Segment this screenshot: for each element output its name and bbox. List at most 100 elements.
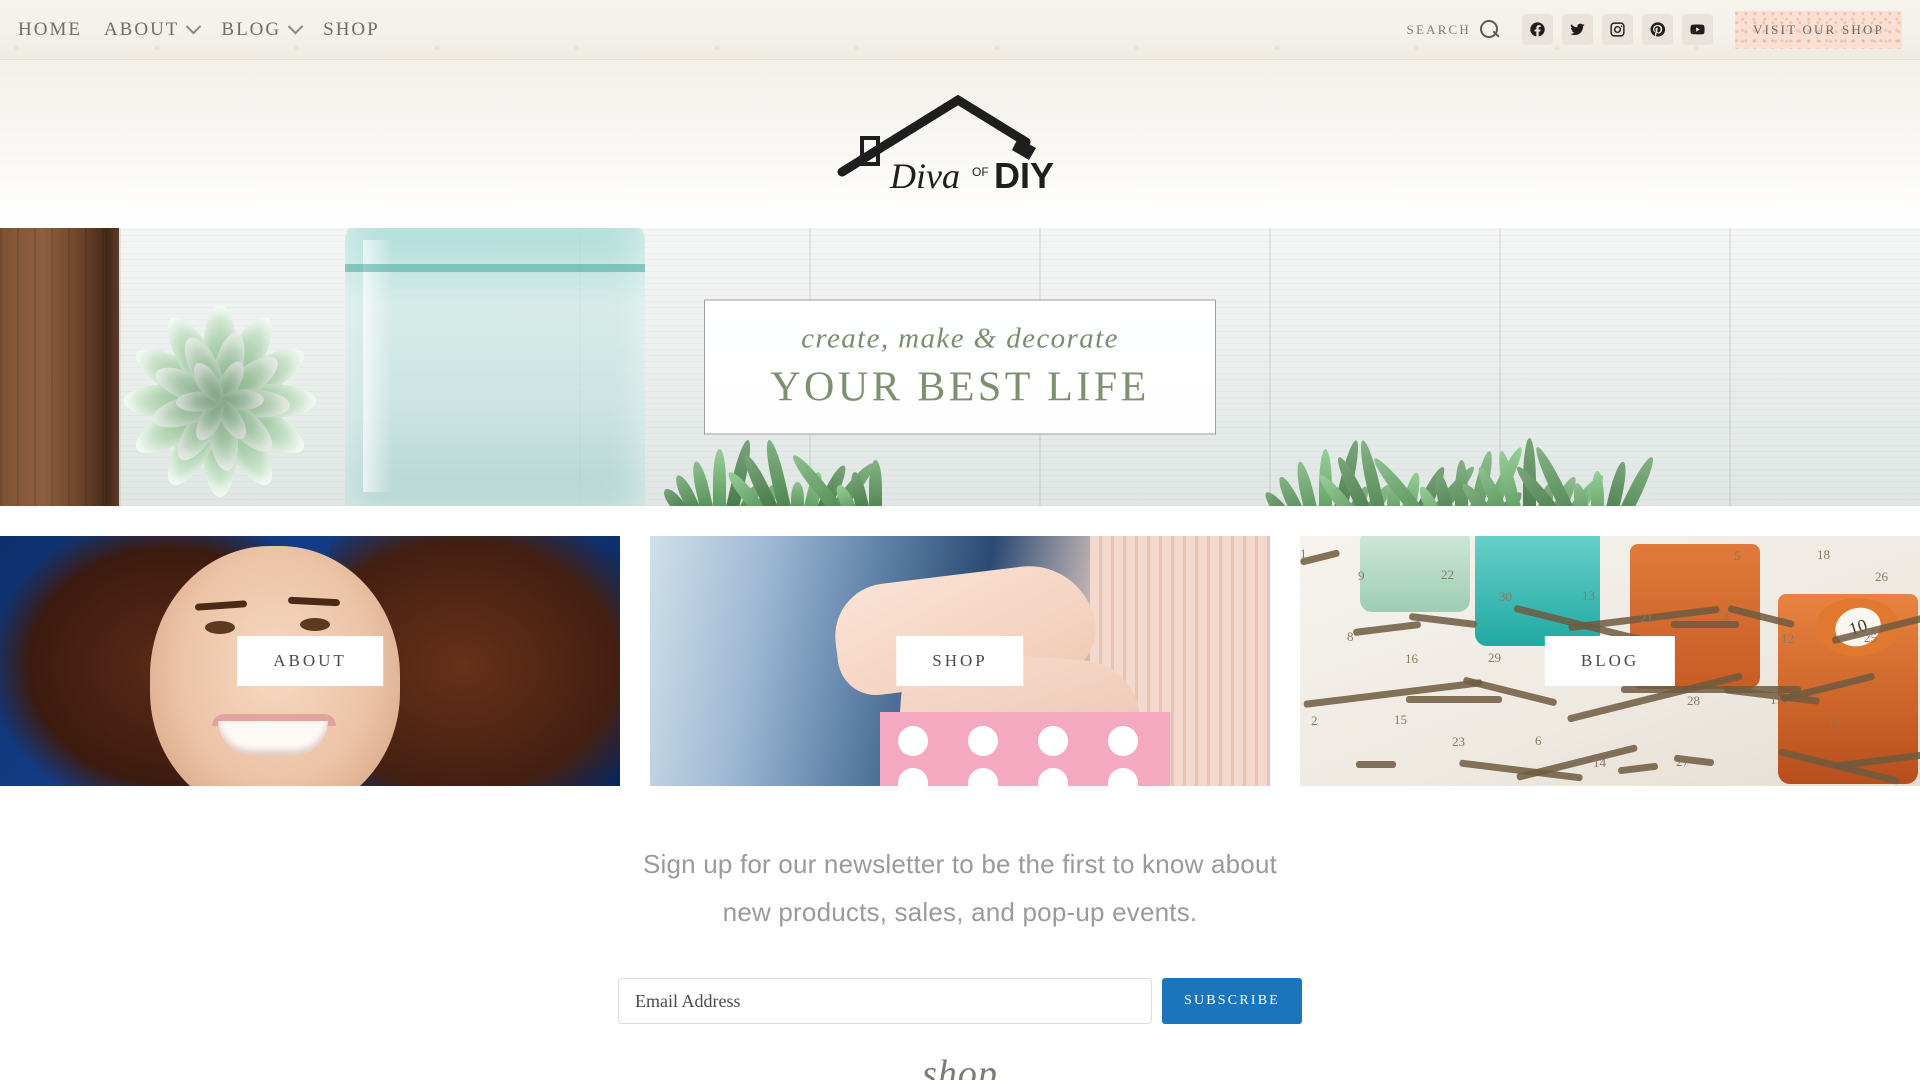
nav-item-label: BLOG: [221, 18, 282, 40]
wood-plank: [0, 228, 105, 506]
bag-polka-dot: [1108, 726, 1138, 756]
visit-our-shop-button[interactable]: VISIT OUR SHOP: [1735, 11, 1902, 49]
nav-item-shop[interactable]: SHOP: [323, 19, 380, 41]
category-cards-row: ABOUT SHOP 10 18152229613202741118252916…: [0, 536, 1920, 786]
hero-script-line: create, make & decorate: [801, 322, 1119, 355]
paint-by-number-stroke: [1406, 696, 1502, 703]
newsletter-form: SUBSCRIBE: [0, 978, 1920, 1024]
paint-by-number-label: 21: [1640, 610, 1653, 625]
bag-polka-dot: [898, 768, 928, 786]
search-icon[interactable]: [1480, 19, 1500, 40]
eye-right: [300, 618, 330, 631]
paint-by-number-label: 16: [1405, 651, 1418, 666]
paint-by-number-label: 1: [1300, 546, 1307, 561]
bag-polka-dot: [1108, 768, 1138, 786]
newsletter-section: Sign up for our newsletter to be the fir…: [0, 786, 1920, 1080]
instagram-icon: [1610, 22, 1625, 37]
category-card-about[interactable]: ABOUT: [0, 536, 620, 786]
twitter-icon: [1570, 23, 1585, 36]
site-logo[interactable]: Diva OF DIY: [830, 84, 1090, 204]
succulent-spike: [713, 449, 727, 506]
card-label-blog[interactable]: BLOG: [1544, 636, 1676, 686]
hero-title-line: YOUR BEST LIFE: [770, 364, 1150, 411]
top-navigation-bar: HOME ABOUT BLOG SHOP SEARCH VISIT OUR SH…: [0, 0, 1920, 60]
diva-of-diy-logo-icon: Diva OF DIY: [837, 94, 1054, 196]
paint-by-number-label: 25: [1864, 630, 1877, 645]
paint-by-number-label: 8: [1347, 629, 1354, 644]
paint-by-number-label: 29: [1488, 650, 1501, 665]
nav-item-label: HOME: [18, 18, 82, 40]
paint-by-number-stroke: [1617, 762, 1659, 775]
pinterest-link[interactable]: [1642, 14, 1674, 45]
eye-left: [205, 621, 235, 634]
category-card-blog[interactable]: 10 1815222961320274111825291623307142128…: [1300, 536, 1920, 786]
paint-by-number-label: 23: [1452, 734, 1465, 749]
social-links: [1522, 14, 1714, 45]
paint-by-number-label: 12: [1781, 631, 1794, 646]
nav-item-label: ABOUT: [103, 18, 180, 40]
mason-jar: [345, 228, 645, 506]
paint-by-number-label: 30: [1499, 589, 1512, 604]
succulent-right: [1261, 380, 1659, 506]
svg-text:OF: OF: [972, 165, 989, 179]
paint-by-number-stroke: [1303, 679, 1483, 708]
svg-text:DIY: DIY: [994, 155, 1054, 196]
search-toggle[interactable]: SEARCH: [1406, 19, 1501, 40]
newsletter-line-2: new products, sales, and pop-up events.: [722, 897, 1198, 927]
paint-by-number-label: 26: [1875, 569, 1888, 584]
newsletter-line-1: Sign up for our newsletter to be the fir…: [642, 849, 1278, 879]
youtube-link[interactable]: [1682, 14, 1714, 45]
paint-by-number-label: 11: [1770, 692, 1783, 707]
chevron-down-icon[interactable]: [287, 18, 304, 35]
shop-section-heading: shop: [922, 1053, 998, 1080]
paint-by-number-label: 27: [1676, 754, 1689, 769]
nav-item-about[interactable]: ABOUT: [103, 18, 202, 41]
paint-by-number-stroke: [1352, 620, 1422, 637]
bag-polka-dot: [968, 768, 998, 786]
paint-by-number-stroke: [1356, 761, 1396, 768]
facebook-icon: [1530, 22, 1545, 37]
card-label-shop[interactable]: SHOP: [896, 636, 1024, 686]
smile: [218, 721, 328, 755]
youtube-icon: [1690, 24, 1705, 35]
chevron-down-icon[interactable]: [186, 18, 202, 35]
paint-by-number-label: 19: [1828, 714, 1841, 729]
bag-polka-dot: [1038, 726, 1068, 756]
instagram-link[interactable]: [1602, 14, 1634, 45]
paint-by-number-label: 2: [1311, 713, 1318, 728]
paint-by-number-label: 22: [1441, 567, 1454, 582]
pinterest-icon: [1650, 22, 1666, 37]
bag-polka-dot: [898, 726, 928, 756]
svg-text:Diva: Diva: [889, 156, 960, 196]
succulent-rosette: [95, 276, 345, 506]
primary-nav: HOME ABOUT BLOG SHOP: [18, 19, 380, 41]
logo-band: Diva OF DIY: [0, 60, 1920, 228]
bag-polka-dot: [968, 726, 998, 756]
paint-by-number-label: 6: [1535, 733, 1542, 748]
succulent-mid: [660, 426, 882, 506]
nav-item-label: SHOP: [323, 18, 380, 40]
nav-item-home[interactable]: HOME: [18, 19, 82, 41]
facebook-link[interactable]: [1522, 14, 1554, 45]
paint-by-number-label: 5: [1734, 548, 1741, 563]
hero-text-card: create, make & decorate YOUR BEST LIFE: [704, 299, 1216, 435]
paint-by-number-label: 9: [1358, 568, 1365, 583]
category-card-shop[interactable]: SHOP: [650, 536, 1270, 786]
succulent-spike: [868, 460, 882, 506]
nav-item-blog[interactable]: BLOG: [221, 18, 304, 41]
shopping-bag: [880, 712, 1170, 786]
subscribe-button[interactable]: SUBSCRIBE: [1162, 978, 1302, 1024]
paint-by-number-label: 28: [1687, 693, 1700, 708]
twitter-link[interactable]: [1562, 14, 1594, 45]
header-utilities: SEARCH VISIT OUR SHOP: [1407, 11, 1902, 49]
paint-by-number-label: 13: [1582, 588, 1595, 603]
paint-by-number-label: 14: [1593, 755, 1606, 770]
paint-by-number-label: 15: [1394, 712, 1407, 727]
search-label: SEARCH: [1406, 21, 1472, 37]
card-label-about[interactable]: ABOUT: [237, 636, 383, 686]
paint-by-number-label: 4: [1723, 609, 1730, 624]
succulent-spike: [791, 482, 805, 506]
bag-polka-dot: [1038, 768, 1068, 786]
email-field[interactable]: [618, 978, 1152, 1024]
paint-by-number-label: 18: [1817, 547, 1830, 562]
